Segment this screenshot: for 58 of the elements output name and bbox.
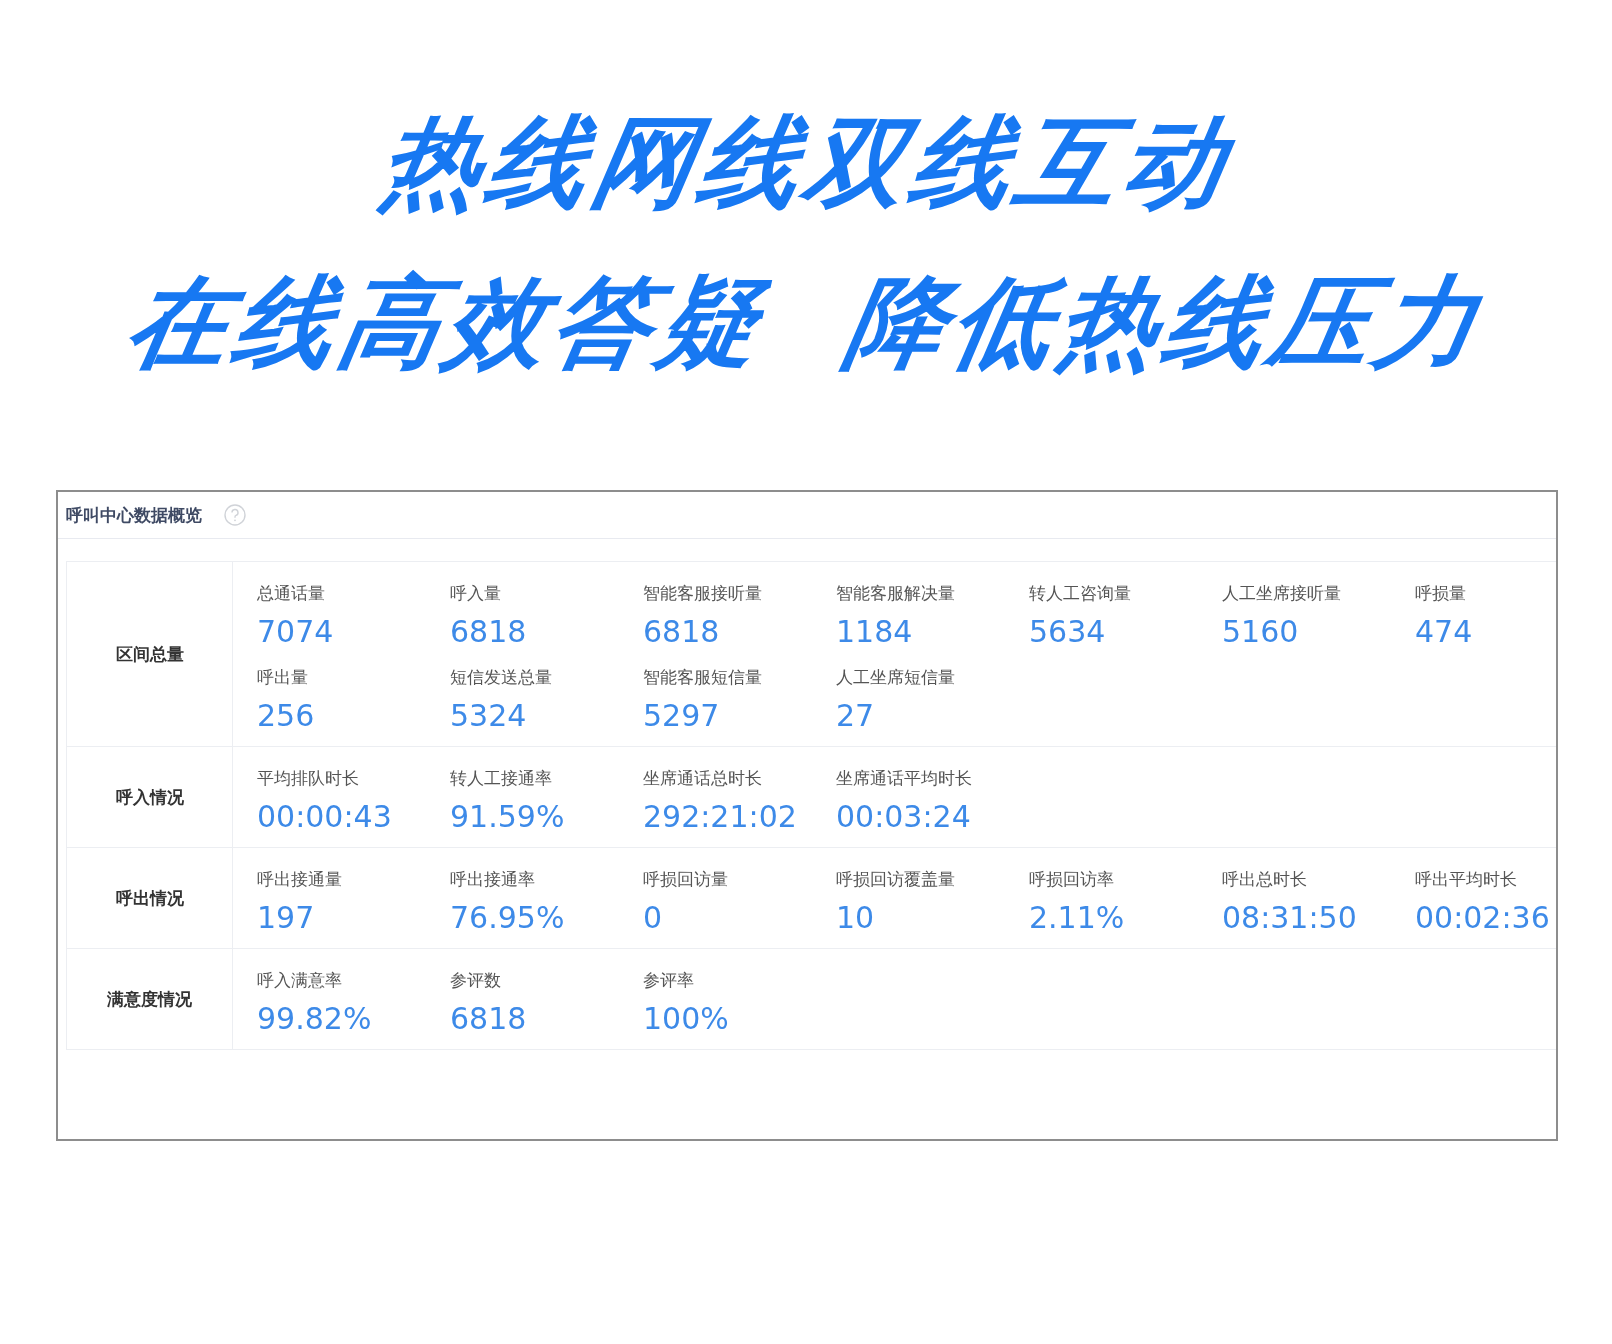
metric-label: 呼出总时长: [1222, 868, 1308, 891]
metric-value: 197: [257, 901, 316, 934]
metric-label: 坐席通话总时长: [643, 767, 763, 790]
metric-value: 08:31:50: [1222, 901, 1358, 934]
metric-label: 呼损回访量: [643, 868, 729, 891]
metric-value: 5324: [450, 699, 528, 732]
row-label: 满意度情况: [67, 949, 233, 1049]
metric-value: 6818: [450, 1002, 528, 1035]
metric-value: 5634: [1029, 615, 1107, 648]
metric-label: 短信发送总量: [450, 666, 553, 689]
metric-label: 平均排队时长: [257, 767, 360, 790]
metric-value: 5297: [643, 699, 721, 732]
metric-label: 呼入量: [450, 582, 502, 605]
metric-label: 呼损量: [1415, 582, 1467, 605]
row-label: 区间总量: [67, 562, 233, 746]
metric-value: 76.95%: [450, 901, 566, 934]
metric-label: 坐席通话平均时长: [836, 767, 973, 790]
metric-value: 91.59%: [450, 800, 566, 833]
metric-value: 256: [257, 699, 316, 732]
metric-label: 呼损回访率: [1029, 868, 1115, 891]
metric-value: 00:00:43: [257, 800, 393, 833]
metric-label: 人工坐席短信量: [836, 666, 956, 689]
metric-label: 智能客服解决量: [836, 582, 956, 605]
metric-label: 转人工咨询量: [1029, 582, 1132, 605]
metric-value: 1184: [836, 615, 914, 648]
metric-label: 智能客服短信量: [643, 666, 763, 689]
metric-value: 27: [836, 699, 876, 732]
metric-value: 7074: [257, 615, 335, 648]
metric-label: 呼出接通量: [257, 868, 343, 891]
metric-label: 转人工接通率: [450, 767, 553, 790]
metric-value: 99.82%: [257, 1002, 373, 1035]
metric-value: 474: [1415, 615, 1474, 648]
metric-label: 参评数: [450, 969, 502, 992]
metric-label: 呼损回访覆盖量: [836, 868, 956, 891]
row-label: 呼入情况: [67, 747, 233, 847]
metric-label: 呼出量: [257, 666, 309, 689]
headline-text: 热线网线双线互动: [372, 110, 1240, 215]
help-icon: [224, 504, 246, 526]
metric-value: 6818: [643, 615, 721, 648]
metric-label: 智能客服接听量: [643, 582, 763, 605]
metric-value: 5160: [1222, 615, 1300, 648]
metric-value: 100%: [643, 1002, 730, 1035]
headline-text: 在线高效答疑 降低热线压力: [119, 270, 1493, 375]
metric-label: 参评率: [643, 969, 695, 992]
metric-label: 总通话量: [257, 582, 326, 605]
metric-value: 6818: [450, 615, 528, 648]
metric-label: 人工坐席接听量: [1222, 582, 1342, 605]
metric-label: 呼入满意率: [257, 969, 343, 992]
metric-label: 呼出平均时长: [1415, 868, 1518, 891]
metric-value: 00:03:24: [836, 800, 972, 833]
metric-label: 呼出接通率: [450, 868, 536, 891]
metric-value: 10: [836, 901, 876, 934]
row-label: 呼出情况: [67, 848, 233, 948]
metric-value: 292:21:02: [643, 800, 798, 833]
metric-value: 2.11%: [1029, 901, 1126, 934]
metric-value: 00:02:36: [1415, 901, 1551, 934]
metric-value: 0: [643, 901, 664, 934]
panel-title: 呼叫中心数据概览: [66, 503, 202, 527]
